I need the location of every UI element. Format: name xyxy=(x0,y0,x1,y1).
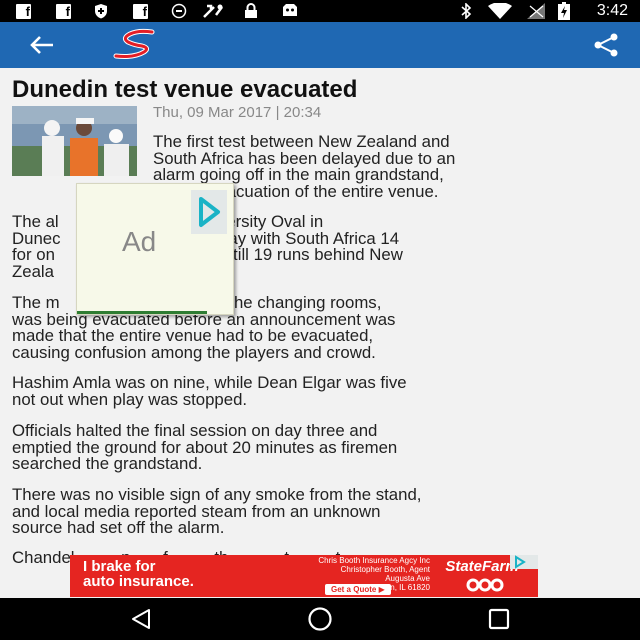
article-date: Thu, 09 Mar 2017 | 20:34 xyxy=(153,104,322,121)
share-button[interactable] xyxy=(590,31,622,59)
facebook-icon: f xyxy=(133,4,148,19)
adchoices-icon[interactable] xyxy=(510,555,538,569)
article-paragraph: There was no visible sign of any smoke f… xyxy=(12,485,422,537)
facebook-icon: f xyxy=(16,4,31,19)
share-icon xyxy=(594,33,618,57)
back-triangle-icon xyxy=(132,609,150,629)
ad-progress-bar xyxy=(77,311,207,314)
floating-ad[interactable]: Ad xyxy=(76,183,234,315)
battery-icon xyxy=(557,2,571,20)
banner-headline: I brake for auto insurance. xyxy=(83,558,194,590)
tools-icon xyxy=(200,3,226,19)
data-saver-icon xyxy=(170,3,188,19)
shield-icon xyxy=(92,3,110,19)
recents-square-icon xyxy=(488,608,510,630)
get-quote-button[interactable]: Get a Quote ▶ xyxy=(325,584,391,595)
wifi-icon xyxy=(486,3,514,19)
article-paragraph: Officials halted the final session on da… xyxy=(12,421,398,473)
bluetooth-icon xyxy=(458,3,474,19)
banner-ad[interactable]: I brake for auto insurance. Chris Booth … xyxy=(70,555,538,597)
article[interactable]: Dunedin test venue evacuated Thu, 09 Mar… xyxy=(0,68,640,598)
statefarm-ovals-icon xyxy=(466,578,504,592)
signal-icon xyxy=(526,3,546,19)
nav-recents-button[interactable] xyxy=(479,604,519,634)
game-icon xyxy=(280,3,300,19)
home-circle-icon xyxy=(308,607,332,631)
status-bar: f f f 3:42 xyxy=(0,0,640,22)
arrow-back-icon xyxy=(30,36,53,54)
facebook-icon: f xyxy=(56,4,71,19)
article-paragraph: Hashim Amla was on nine, while Dean Elga… xyxy=(12,373,407,409)
app-bar xyxy=(0,22,640,68)
nav-home-button[interactable] xyxy=(300,604,340,634)
lock-icon xyxy=(242,3,260,19)
navigation-bar xyxy=(0,598,640,640)
adchoices-play-icon xyxy=(199,197,220,227)
adchoices-button[interactable] xyxy=(191,190,227,234)
ad-label: Ad xyxy=(122,226,157,257)
article-title: Dunedin test venue evacuated xyxy=(12,76,358,103)
article-thumbnail[interactable] xyxy=(12,106,137,176)
supersport-logo[interactable] xyxy=(112,28,164,62)
nav-back-button[interactable] xyxy=(121,604,161,634)
status-time: 3:42 xyxy=(596,2,628,19)
back-button[interactable] xyxy=(24,31,60,59)
